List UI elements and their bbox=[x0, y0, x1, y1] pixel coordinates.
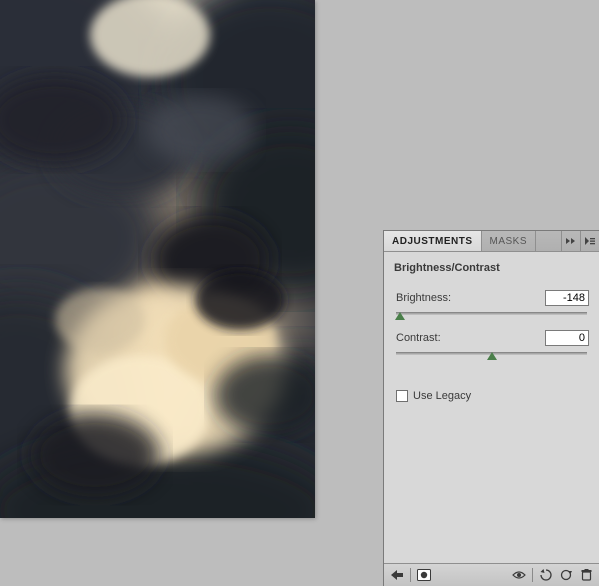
use-legacy-row[interactable]: Use Legacy bbox=[394, 390, 589, 402]
contrast-slider[interactable] bbox=[394, 348, 589, 362]
use-legacy-checkbox[interactable] bbox=[396, 390, 408, 402]
previous-state-icon[interactable] bbox=[537, 567, 555, 583]
tab-masks[interactable]: MASKS bbox=[482, 231, 537, 251]
adjustments-panel: ADJUSTMENTS MASKS Brightness/Contrast Br… bbox=[383, 230, 599, 586]
expand-panel-icon[interactable] bbox=[561, 231, 580, 251]
slider-thumb[interactable] bbox=[395, 312, 405, 320]
delete-icon[interactable] bbox=[577, 567, 595, 583]
app-workspace: ADJUSTMENTS MASKS Brightness/Contrast Br… bbox=[0, 0, 599, 586]
layer-mask-icon[interactable] bbox=[415, 567, 433, 583]
contrast-row: Contrast: bbox=[394, 330, 589, 346]
use-legacy-label: Use Legacy bbox=[413, 390, 471, 402]
tab-adjustments[interactable]: ADJUSTMENTS bbox=[384, 231, 482, 251]
brightness-input[interactable] bbox=[545, 290, 589, 306]
panel-body: Brightness/Contrast Brightness: Contrast… bbox=[384, 252, 599, 563]
back-arrow-icon[interactable] bbox=[388, 567, 406, 583]
panel-tabbar: ADJUSTMENTS MASKS bbox=[384, 231, 599, 252]
panel-menu-icon[interactable] bbox=[580, 231, 599, 251]
canvas-image bbox=[0, 0, 315, 518]
brightness-slider[interactable] bbox=[394, 308, 589, 322]
brightness-label: Brightness: bbox=[394, 292, 451, 304]
slider-track bbox=[396, 312, 587, 315]
adjustment-title: Brightness/Contrast bbox=[394, 258, 589, 284]
document-canvas[interactable] bbox=[0, 0, 315, 518]
brightness-row: Brightness: bbox=[394, 290, 589, 306]
contrast-input[interactable] bbox=[545, 330, 589, 346]
slider-thumb[interactable] bbox=[487, 352, 497, 360]
reset-icon[interactable] bbox=[557, 567, 575, 583]
contrast-label: Contrast: bbox=[394, 332, 441, 344]
panel-bottom-toolbar bbox=[384, 563, 599, 586]
visibility-toggle-icon[interactable] bbox=[510, 567, 528, 583]
